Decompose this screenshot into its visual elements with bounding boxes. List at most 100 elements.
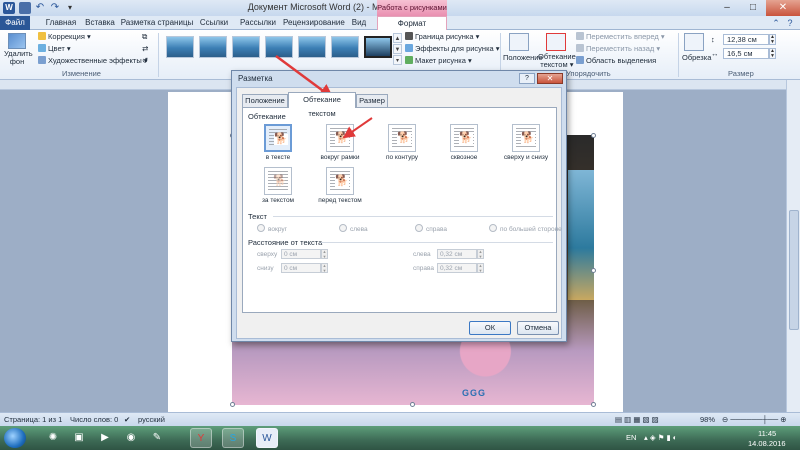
picture-layout-button[interactable]: Макет рисунка ▾ bbox=[405, 56, 472, 65]
word-taskbar-icon[interactable]: W bbox=[256, 428, 278, 448]
compress-icon[interactable]: ⧉ bbox=[142, 32, 147, 42]
tab-references[interactable]: Ссылки bbox=[196, 16, 232, 30]
media-center-icon[interactable]: ◉ bbox=[120, 428, 142, 448]
distance-left-spinner[interactable]: ▲ ▼ bbox=[477, 249, 484, 259]
artistic-effects-button[interactable]: Художественные эффекты ▾ bbox=[38, 56, 148, 65]
send-backward-button[interactable]: Переместить назад ▾ bbox=[576, 44, 660, 53]
word-count[interactable]: Число слов: 0 bbox=[70, 415, 118, 424]
crop-button[interactable]: Обрезка bbox=[682, 53, 711, 62]
minimize-button[interactable]: – bbox=[714, 0, 740, 16]
ok-button[interactable]: ОК bbox=[469, 321, 511, 335]
distance-bottom-input[interactable]: 0 см bbox=[281, 263, 321, 273]
zoom-level[interactable]: 98% bbox=[700, 415, 715, 424]
height-input[interactable]: 12,38 см bbox=[723, 34, 769, 45]
wrap-option-in-front[interactable]: 🐕 перед текстом bbox=[309, 167, 371, 204]
zoom-slider[interactable]: ⊖ ──────┼── ⊕ bbox=[722, 415, 787, 424]
distance-left-input[interactable]: 0,32 см bbox=[437, 249, 477, 259]
position-button[interactable]: Положение bbox=[503, 53, 543, 62]
tab-text-wrapping[interactable]: Обтекание текстом bbox=[288, 92, 356, 118]
remove-background-icon[interactable] bbox=[8, 33, 26, 49]
resize-handle[interactable] bbox=[591, 402, 596, 407]
picture-style-6[interactable] bbox=[331, 36, 359, 58]
clock-date[interactable]: 14.08.2016 bbox=[748, 439, 786, 448]
crop-icon[interactable] bbox=[684, 33, 704, 51]
start-button[interactable] bbox=[4, 428, 26, 448]
color-button[interactable]: Цвет ▾ bbox=[38, 44, 71, 53]
gallery-up-icon[interactable]: ▲ bbox=[393, 33, 402, 43]
tab-file[interactable]: Файл bbox=[0, 16, 30, 30]
reset-picture-icon[interactable]: ↺ bbox=[142, 56, 148, 65]
picture-style-3[interactable] bbox=[232, 36, 260, 58]
explorer-icon[interactable]: ▣ bbox=[68, 428, 90, 448]
radio-largest-only[interactable]: по большей стороне bbox=[489, 224, 562, 233]
height-spinner[interactable]: ▲ ▼ bbox=[769, 34, 776, 45]
scrollbar-thumb[interactable] bbox=[789, 210, 799, 330]
gallery-down-icon[interactable]: ▼ bbox=[393, 44, 402, 54]
proofing-icon[interactable]: ✔ bbox=[124, 415, 130, 424]
dialog-help-button[interactable]: ? bbox=[519, 73, 535, 84]
picture-effects-button[interactable]: Эффекты для рисунка ▾ bbox=[405, 44, 500, 53]
resize-handle[interactable] bbox=[230, 402, 235, 407]
distance-right-spinner[interactable]: ▲ ▼ bbox=[477, 263, 484, 273]
radio-both-sides[interactable]: вокруг bbox=[257, 224, 287, 233]
language-tray[interactable]: EN bbox=[626, 433, 636, 442]
remove-background-button[interactable]: Удалить фон bbox=[4, 50, 33, 66]
tab-insert[interactable]: Вставка bbox=[83, 16, 117, 30]
gallery-more-icon[interactable]: ▾ bbox=[393, 55, 402, 65]
tab-view[interactable]: Вид bbox=[346, 16, 372, 30]
media-player-icon[interactable]: ▶ bbox=[94, 428, 116, 448]
yandex-browser-icon[interactable]: Y bbox=[190, 428, 212, 448]
wrap-option-inline[interactable]: 🐕 в тексте bbox=[247, 124, 309, 161]
change-picture-icon[interactable]: ⇄ bbox=[142, 44, 148, 53]
width-input[interactable]: 16,5 см bbox=[723, 48, 769, 59]
tab-position[interactable]: Положение bbox=[242, 94, 288, 107]
wrap-option-behind[interactable]: 🐕 за текстом bbox=[247, 167, 309, 204]
dialog-close-button[interactable]: ✕ bbox=[537, 73, 563, 84]
maximize-button[interactable]: □ bbox=[740, 0, 766, 16]
picture-style-2[interactable] bbox=[199, 36, 227, 58]
picture-style-5[interactable] bbox=[298, 36, 326, 58]
picture-style-7[interactable] bbox=[364, 36, 392, 58]
radio-left-only[interactable]: слева bbox=[339, 224, 368, 233]
tab-mailings[interactable]: Рассылки bbox=[235, 16, 281, 30]
width-spinner[interactable]: ▲ ▼ bbox=[769, 48, 776, 59]
vertical-scrollbar[interactable] bbox=[786, 80, 800, 412]
tab-size[interactable]: Размер bbox=[356, 94, 388, 107]
position-icon[interactable] bbox=[509, 33, 529, 51]
resize-handle[interactable] bbox=[410, 402, 415, 407]
tab-page-layout[interactable]: Разметка страницы bbox=[120, 16, 194, 30]
ribbon-minimize-icon[interactable]: ⌃ bbox=[770, 17, 782, 29]
paint-icon[interactable]: ✎ bbox=[146, 428, 168, 448]
wrap-text-icon[interactable] bbox=[546, 33, 566, 51]
tray-icons[interactable]: ▴ ◈ ⚑ ▮ ◐ bbox=[644, 433, 677, 442]
distance-bottom-spinner[interactable]: ▲ ▼ bbox=[321, 263, 328, 273]
tab-home[interactable]: Главная bbox=[40, 16, 82, 30]
correction-button[interactable]: Коррекция ▾ bbox=[38, 32, 91, 41]
wrap-text-button[interactable]: Обтекание текстом ▾ bbox=[538, 53, 576, 69]
selection-pane-button[interactable]: Область выделения bbox=[576, 56, 656, 65]
wrap-option-square[interactable]: 🐕 вокруг рамки bbox=[309, 124, 371, 161]
resize-handle[interactable] bbox=[591, 133, 596, 138]
picture-style-1[interactable] bbox=[166, 36, 194, 58]
wrap-option-through[interactable]: 🐕 сквозное bbox=[433, 124, 495, 161]
tab-format[interactable]: Формат bbox=[377, 16, 447, 30]
language-indicator[interactable]: русский bbox=[138, 415, 165, 424]
wrap-option-tight[interactable]: 🐕 по контуру bbox=[371, 124, 433, 161]
picture-border-button[interactable]: Граница рисунка ▾ bbox=[405, 32, 479, 41]
resize-handle[interactable] bbox=[591, 268, 596, 273]
view-buttons[interactable]: ▤ ▥ ▦ ▧ ▨ bbox=[615, 415, 659, 424]
clock-time[interactable]: 11:45 bbox=[758, 429, 776, 438]
distance-top-spinner[interactable]: ▲ ▼ bbox=[321, 249, 328, 259]
close-button[interactable]: ✕ bbox=[766, 0, 800, 16]
skype-icon[interactable]: S bbox=[222, 428, 244, 448]
help-icon[interactable]: ? bbox=[784, 17, 796, 29]
picture-style-4[interactable] bbox=[265, 36, 293, 58]
distance-top-input[interactable]: 0 см bbox=[281, 249, 321, 259]
taskbar-app-1-icon[interactable]: ✺ bbox=[42, 428, 64, 448]
radio-right-only[interactable]: справа bbox=[415, 224, 447, 233]
tab-review[interactable]: Рецензирование bbox=[283, 16, 345, 30]
cancel-button[interactable]: Отмена bbox=[517, 321, 559, 335]
bring-forward-button[interactable]: Переместить вперед ▾ bbox=[576, 32, 665, 41]
distance-right-input[interactable]: 0,32 см bbox=[437, 263, 477, 273]
page-count[interactable]: Страница: 1 из 1 bbox=[4, 415, 62, 424]
